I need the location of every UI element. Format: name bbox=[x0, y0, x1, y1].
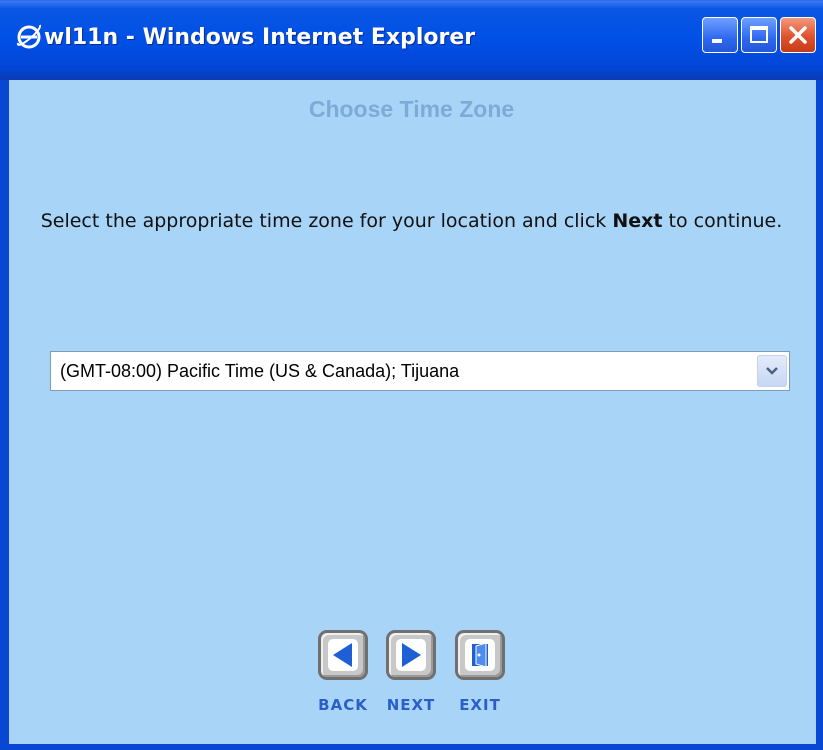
window-title: wl11n - Windows Internet Explorer bbox=[44, 25, 476, 50]
window-frame-bottom bbox=[0, 744, 823, 750]
page-title: Choose Time Zone bbox=[308, 96, 515, 122]
close-button[interactable] bbox=[780, 17, 816, 53]
next-arrow-icon bbox=[396, 639, 426, 671]
instruction-next-emphasis: Next bbox=[612, 210, 663, 232]
next-button-label[interactable]: NEXT bbox=[376, 696, 446, 714]
exit-button-label[interactable]: EXIT bbox=[445, 696, 515, 714]
timezone-select[interactable]: (GMT-08:00) Pacific Time (US & Canada); … bbox=[50, 351, 790, 391]
minimize-icon bbox=[712, 39, 722, 43]
instruction-text-end: to continue. bbox=[662, 210, 783, 232]
next-button[interactable] bbox=[386, 630, 436, 680]
back-button[interactable] bbox=[318, 630, 368, 680]
maximize-button[interactable] bbox=[741, 17, 777, 53]
chevron-down-icon bbox=[766, 367, 778, 375]
back-button-label[interactable]: BACK bbox=[308, 696, 378, 714]
window-frame-left bbox=[0, 80, 9, 750]
browser-window: wl11n - Windows Internet Explorer Choose… bbox=[0, 0, 823, 750]
instruction-text: Select the appropriate time zone for you… bbox=[20, 206, 803, 237]
exit-door-icon bbox=[465, 639, 495, 671]
exit-button[interactable] bbox=[455, 630, 505, 680]
timezone-selected-value: (GMT-08:00) Pacific Time (US & Canada); … bbox=[60, 361, 460, 381]
window-frame-right bbox=[816, 80, 823, 750]
internet-explorer-icon bbox=[14, 21, 44, 51]
dropdown-button[interactable] bbox=[757, 355, 787, 387]
back-arrow-icon bbox=[328, 639, 358, 671]
instruction-text-start: Select the appropriate time zone for you… bbox=[40, 210, 613, 232]
maximize-icon bbox=[750, 26, 768, 43]
close-icon bbox=[789, 26, 807, 44]
minimize-button[interactable] bbox=[702, 17, 738, 53]
title-bar[interactable]: wl11n - Windows Internet Explorer bbox=[0, 0, 823, 80]
